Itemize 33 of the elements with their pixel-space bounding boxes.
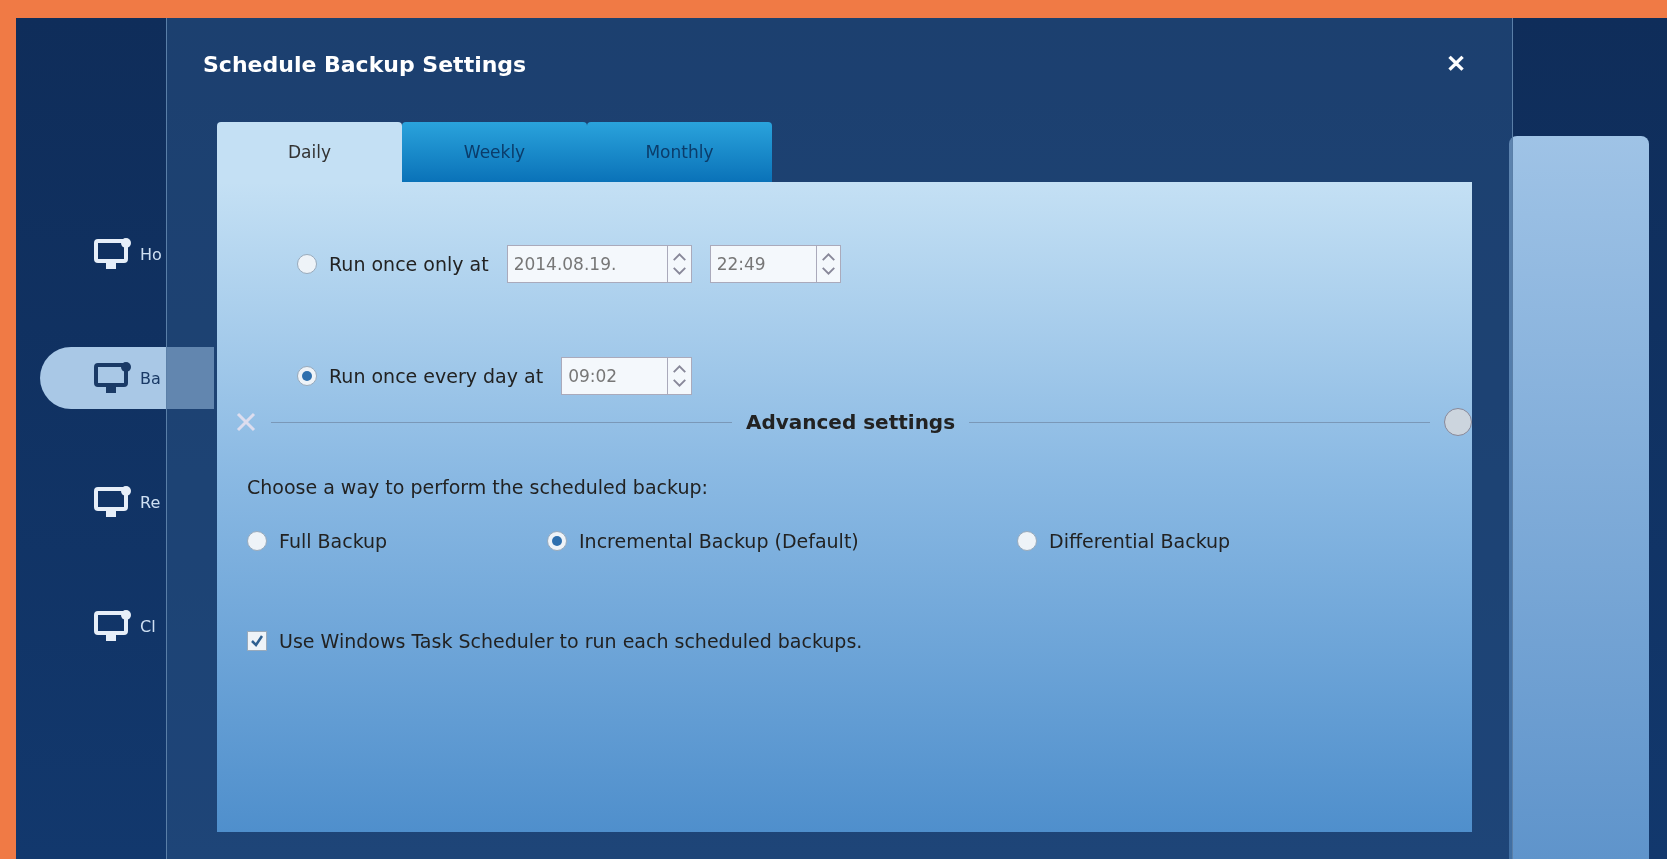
checkbox[interactable] bbox=[247, 631, 267, 651]
dialog-title: Schedule Backup Settings bbox=[203, 51, 527, 77]
sidebar-item[interactable]: Ba bbox=[40, 347, 214, 409]
option-label: Use Windows Task Scheduler to run each scheduled backups. bbox=[279, 630, 863, 652]
spin-field[interactable]: 22:49 bbox=[709, 245, 817, 283]
option-label: Run once every day at bbox=[329, 365, 544, 387]
sidebar-item[interactable]: Re bbox=[40, 471, 214, 533]
radio-button[interactable] bbox=[547, 531, 567, 551]
radio-button[interactable] bbox=[1017, 531, 1037, 551]
radio-button[interactable] bbox=[297, 254, 317, 274]
toggle-knob[interactable] bbox=[1444, 408, 1472, 436]
sidebar-item[interactable]: Ho bbox=[40, 223, 214, 285]
section-title: Advanced settings bbox=[745, 410, 956, 434]
radio-button[interactable] bbox=[247, 531, 267, 551]
monitor-icon bbox=[94, 609, 132, 643]
monitor-icon bbox=[94, 237, 132, 271]
cross-icon bbox=[235, 411, 257, 433]
spin-buttons bbox=[668, 357, 693, 395]
option-label: Run once only at bbox=[329, 253, 489, 275]
tab[interactable]: Daily bbox=[217, 122, 402, 182]
radio-button[interactable] bbox=[297, 366, 317, 386]
spin-field[interactable]: 09:02 bbox=[561, 357, 669, 395]
monitor-icon bbox=[94, 361, 132, 395]
spin-buttons bbox=[667, 245, 692, 283]
spin-buttons bbox=[816, 245, 841, 283]
prompt-text: Choose a way to perform the scheduled backup: bbox=[247, 476, 709, 498]
option-label: Incremental Backup (Default) bbox=[579, 530, 859, 552]
option-label: Full Backup bbox=[279, 530, 388, 552]
monitor-icon bbox=[94, 485, 132, 519]
sidebar-item[interactable]: Cl bbox=[40, 595, 214, 657]
spin-field[interactable]: 2014.08.19. bbox=[506, 245, 668, 283]
close-button[interactable]: ✕ bbox=[1440, 49, 1472, 79]
option-label: Differential Backup bbox=[1049, 530, 1231, 552]
